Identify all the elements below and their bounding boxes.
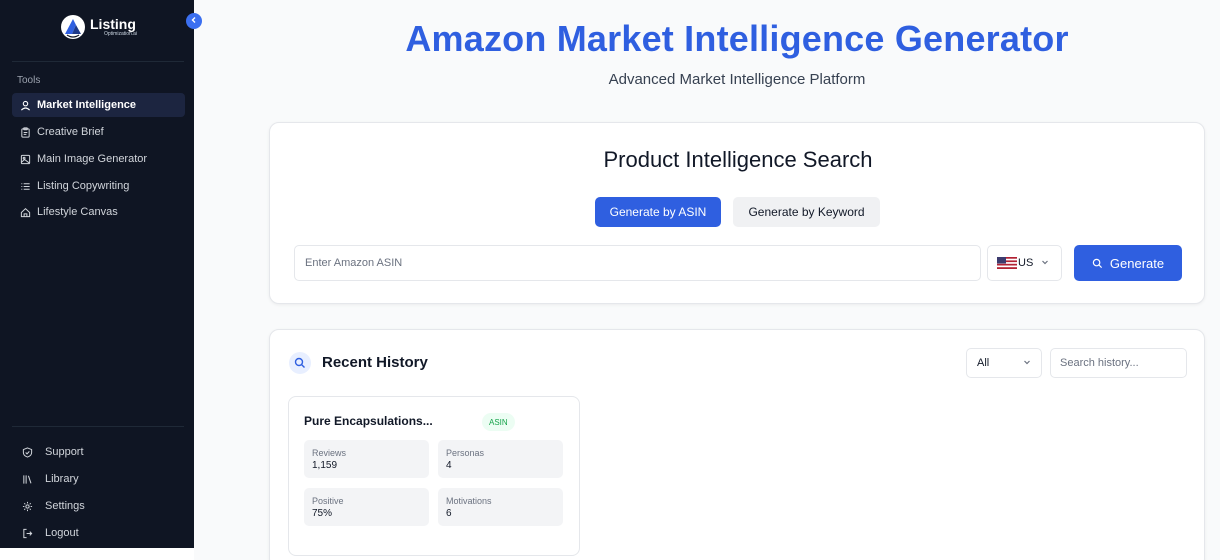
- chevron-down-icon: [1023, 357, 1031, 369]
- history-filter-select[interactable]: All: [966, 348, 1042, 378]
- home-icon: [19, 206, 31, 218]
- page-title: Amazon Market Intelligence Generator: [405, 18, 1069, 59]
- stat-value: 1,159: [312, 460, 338, 471]
- history-search-input[interactable]: Search history...: [1050, 348, 1187, 378]
- page-subtitle: Advanced Market Intelligence Platform: [608, 71, 866, 88]
- recent-history-card: Recent History All Search history... Pur…: [269, 329, 1205, 560]
- sidebar-item-lifestyle-canvas[interactable]: Lifestyle Canvas: [12, 200, 185, 224]
- sidebar-item-settings[interactable]: Settings: [12, 494, 185, 518]
- stat-motivations: Motivations 6: [438, 488, 563, 526]
- sidebar-item-label: Settings: [45, 500, 85, 512]
- stat-reviews: Reviews 1,159: [304, 440, 429, 478]
- generate-button[interactable]: Generate: [1074, 245, 1182, 281]
- sidebar-item-library[interactable]: Library: [12, 467, 185, 491]
- list-icon: [19, 180, 31, 192]
- filter-value: All: [977, 357, 990, 369]
- stat-personas: Personas 4: [438, 440, 563, 478]
- sidebar-item-label: Lifestyle Canvas: [37, 206, 118, 218]
- product-search-card: Product Intelligence Search Generate by …: [269, 122, 1205, 304]
- shield-icon: [21, 446, 33, 458]
- gear-icon: [21, 500, 33, 512]
- product-name: Pure Encapsulations...: [304, 414, 433, 428]
- sidebar-item-label: Listing Copywriting: [37, 180, 130, 192]
- logout-icon: [21, 527, 33, 539]
- sidebar-item-label: Library: [45, 473, 79, 485]
- chevron-left-icon: [190, 16, 198, 27]
- clipboard-icon: [19, 126, 31, 138]
- generate-by-asin-tab[interactable]: Generate by ASIN: [595, 197, 721, 227]
- library-icon: [21, 473, 33, 485]
- sidebar-item-label: Logout: [45, 527, 79, 539]
- user-icon: [19, 99, 31, 111]
- stat-positive: Positive 75%: [304, 488, 429, 526]
- sidebar-item-label: Market Intelligence: [37, 99, 137, 111]
- sidebar-item-label: Main Image Generator: [37, 153, 148, 165]
- stat-label: Personas: [446, 448, 485, 458]
- stat-value: 4: [446, 460, 452, 471]
- sidebar-item-main-image-generator[interactable]: Main Image Generator: [12, 147, 185, 171]
- sidebar-item-logout[interactable]: Logout: [12, 521, 185, 545]
- logo-icon: [60, 14, 86, 40]
- brand-name: Listing: [90, 16, 136, 32]
- sidebar-divider: [12, 61, 184, 62]
- sidebar-item-creative-brief[interactable]: Creative Brief: [12, 120, 185, 144]
- stat-label: Motivations: [446, 496, 492, 506]
- chevron-down-icon: [1041, 258, 1049, 268]
- recent-history-title: Recent History: [322, 354, 428, 371]
- history-item-card[interactable]: Pure Encapsulations... ASIN Reviews 1,15…: [288, 396, 580, 556]
- search-icon: [289, 352, 311, 374]
- sidebar-item-market-intelligence[interactable]: Market Intelligence: [12, 93, 185, 117]
- brand-subtitle: Optimization.ai: [104, 31, 138, 37]
- sidebar-section-label: Tools: [17, 75, 41, 86]
- generate-label: Generate: [1109, 255, 1165, 271]
- stat-value: 75%: [312, 508, 333, 519]
- sidebar-item-listing-copywriting[interactable]: Listing Copywriting: [12, 174, 185, 198]
- sidebar-item-label: Creative Brief: [37, 126, 104, 138]
- sidebar-divider: [12, 426, 184, 427]
- main-content: Amazon Market Intelligence Generator Adv…: [194, 0, 1220, 560]
- search-icon: [1092, 257, 1104, 269]
- stat-label: Positive: [312, 496, 344, 506]
- stat-value: 6: [446, 508, 452, 519]
- type-badge: ASIN: [482, 413, 515, 431]
- sidebar: Listing Optimization.ai Tools Market Int…: [0, 0, 194, 548]
- brand-logo[interactable]: Listing Optimization.ai: [60, 14, 137, 40]
- search-card-title: Product Intelligence Search: [603, 147, 873, 172]
- stat-label: Reviews: [312, 448, 347, 458]
- generate-by-keyword-tab[interactable]: Generate by Keyword: [733, 197, 880, 227]
- sidebar-item-support[interactable]: Support: [12, 440, 185, 464]
- asin-input[interactable]: Enter Amazon ASIN: [294, 245, 981, 281]
- country-value: US: [1018, 257, 1034, 269]
- image-icon: [19, 153, 31, 165]
- sidebar-collapse-button[interactable]: [186, 13, 202, 29]
- us-flag-icon: [997, 257, 1017, 269]
- sidebar-item-label: Support: [45, 446, 84, 458]
- country-select[interactable]: US: [987, 245, 1062, 281]
